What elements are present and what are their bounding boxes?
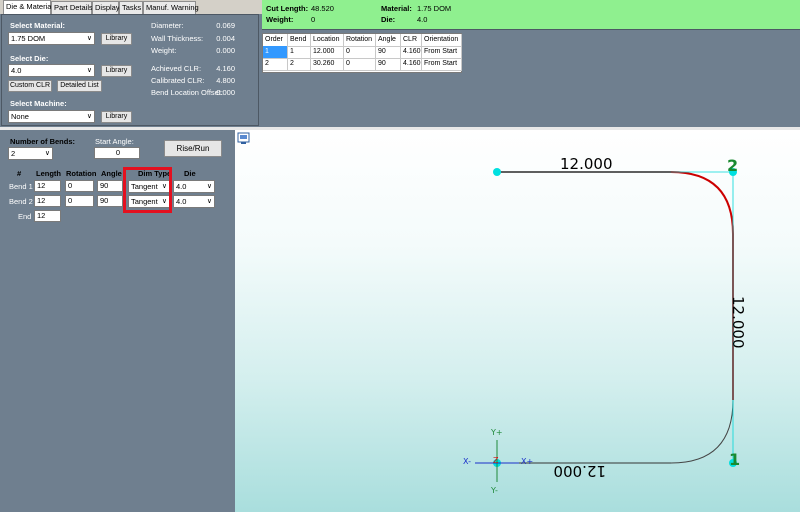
axis-y-plus: Y+ (490, 428, 503, 437)
material-select-value: 1.75 DOM (11, 34, 46, 43)
table-row-2-location[interactable]: 30.260 (311, 58, 344, 71)
select-machine-label: Select Machine: (10, 99, 67, 108)
bend-1-angle-input[interactable]: 90 (97, 180, 123, 192)
bend-2-angle-input[interactable]: 90 (97, 195, 123, 207)
table-row-2-orientation[interactable]: From Start (422, 58, 462, 71)
select-die-label: Select Die: (10, 54, 49, 63)
table-row-2-order[interactable]: 2 (263, 58, 288, 71)
axis-y-minus: Y- (490, 486, 498, 495)
bend-2-die-value: 4.0 (176, 197, 187, 206)
cut-length-label: Cut Length: (266, 4, 309, 13)
achieved-clr-value: 4.160 (216, 64, 235, 73)
diameter-value: 0.069 (216, 21, 235, 30)
axis-x-minus: X- (463, 457, 471, 466)
bend-number-2: 2 (727, 156, 738, 175)
tab-manuf-warning[interactable]: Manuf. Warning (143, 1, 199, 14)
col-header-number: # (17, 169, 22, 178)
cut-length-value: 48.520 (311, 4, 334, 13)
bend-2-die-select[interactable]: 4.0 ∨ (173, 195, 215, 208)
number-of-bends-value: 2 (11, 149, 16, 158)
start-node[interactable] (493, 168, 501, 176)
rise-run-button[interactable]: Rise/Run (164, 140, 222, 157)
col-header-angle: Angle (101, 169, 122, 178)
die-library-button[interactable]: Library (101, 65, 132, 77)
start-angle-label: Start Angle: (95, 137, 134, 146)
table-row-2-rotation[interactable]: 0 (344, 58, 376, 71)
bend-location-offset-value: 0.000 (216, 88, 235, 97)
custom-clr-button[interactable]: Custom CLR (8, 80, 52, 92)
number-of-bends-label: Number of Bends: (10, 137, 76, 146)
col-header-rotation: Rotation (66, 169, 97, 178)
end-label: End (18, 212, 32, 221)
calibrated-clr-label: Calibrated CLR: (151, 76, 205, 85)
summary-die-label: Die: (381, 15, 396, 24)
die-select[interactable]: 4.0 ∨ (8, 64, 95, 77)
part-view-canvas[interactable]: 12.000 12.000 12.000 2 1 Y+ Y- X+ X- Z (235, 130, 800, 512)
chevron-down-icon: ∨ (86, 35, 92, 42)
dimension-top: 12.000 (560, 155, 613, 173)
die-select-value: 4.0 (11, 66, 22, 75)
summary-material-label: Material: (381, 4, 412, 13)
calibrated-clr-value: 4.800 (216, 76, 235, 85)
summary-bar (262, 0, 800, 30)
col-header-length: Length (36, 169, 61, 178)
bend-table: Order Bend Location Rotation Angle CLR O… (262, 33, 462, 73)
material-select[interactable]: 1.75 DOM ∨ (8, 32, 95, 45)
table-row-2-clr[interactable]: 4.160 (401, 58, 422, 71)
bend-1-length-input[interactable]: 12 (34, 180, 61, 192)
chevron-down-icon: ∨ (86, 67, 92, 74)
wall-thickness-value: 0.004 (216, 34, 235, 43)
axis-triad: Y+ Y- X+ X- Z (463, 428, 533, 495)
axis-z: Z (493, 456, 499, 465)
weight-label: Weight: (151, 46, 177, 55)
table-row-2-bend[interactable]: 2 (288, 58, 311, 71)
col-header-die: Die (184, 169, 196, 178)
bend-1-die-value: 4.0 (176, 182, 187, 191)
table-row-2-angle[interactable]: 90 (376, 58, 401, 71)
machine-select[interactable]: None ∨ (8, 110, 95, 123)
bend-number-1: 1 (729, 450, 740, 469)
tab-display[interactable]: Display (92, 1, 120, 14)
tab-tasks[interactable]: Tasks (119, 1, 143, 14)
chevron-down-icon: ∨ (86, 113, 92, 120)
summary-weight-label: Weight: (266, 15, 294, 24)
chevron-down-icon: ∨ (206, 183, 212, 190)
start-angle-input[interactable]: 0 (94, 147, 140, 159)
machine-library-button[interactable]: Library (101, 111, 132, 123)
bend-2-label: Bend 2 (9, 197, 33, 206)
bend-arc-1 (670, 399, 734, 464)
diameter-label: Diameter: (151, 21, 184, 30)
detailed-list-button[interactable]: Detailed List (57, 80, 102, 92)
bend-1-die-select[interactable]: 4.0 ∨ (173, 180, 215, 193)
end-length-input[interactable]: 12 (34, 210, 61, 222)
bend-1-label: Bend 1 (9, 182, 33, 191)
select-material-label: Select Material: (10, 21, 66, 30)
weight-value: 0.000 (216, 46, 235, 55)
chevron-down-icon: ∨ (44, 150, 50, 157)
bend-2-rotation-input[interactable]: 0 (65, 195, 94, 207)
chevron-down-icon: ∨ (206, 198, 212, 205)
dimension-bottom: 12.000 (554, 462, 607, 480)
wall-thickness-label: Wall Thickness: (151, 34, 204, 43)
tab-strip: Die & Material Part Details Display Task… (0, 0, 262, 14)
view-icon[interactable] (237, 132, 250, 144)
tab-die-material[interactable]: Die & Material (3, 0, 53, 14)
achieved-clr-label: Achieved CLR: (151, 64, 202, 73)
machine-select-value: None (11, 112, 29, 121)
number-of-bends-select[interactable]: 2 ∨ (8, 147, 53, 160)
material-library-button[interactable]: Library (101, 33, 132, 45)
bend-arc-2 (670, 171, 734, 235)
dimension-right: 12.000 (729, 296, 747, 349)
tab-part-details[interactable]: Part Details (51, 1, 93, 14)
axis-x-plus: X+ (521, 457, 533, 466)
dim-type-highlight (123, 167, 172, 213)
summary-material-value: 1.75 DOM (417, 4, 452, 13)
bend-2-length-input[interactable]: 12 (34, 195, 61, 207)
summary-die-value: 4.0 (417, 15, 428, 24)
bend-1-rotation-input[interactable]: 0 (65, 180, 94, 192)
summary-weight-value: 0 (311, 15, 316, 24)
